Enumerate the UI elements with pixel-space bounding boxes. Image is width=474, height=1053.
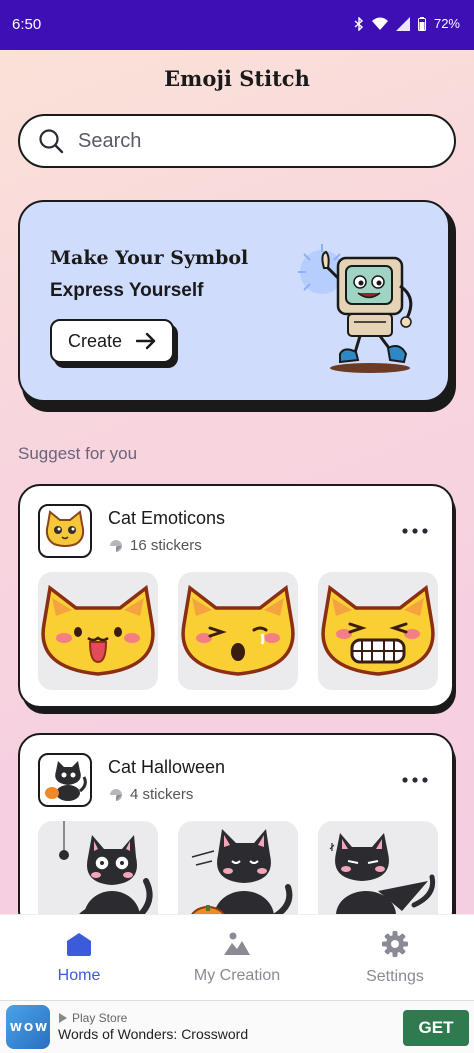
pack-thumbnail	[38, 504, 92, 558]
gallery-icon	[224, 932, 250, 955]
sticker-tile[interactable]	[178, 572, 298, 690]
cat-tongue-sticker	[41, 584, 155, 676]
status-icons: 72%	[354, 16, 460, 31]
ad-logo-text: W O W	[9, 1020, 47, 1034]
bottom-navigation: Home My Creation Settings	[0, 914, 474, 1000]
bluetooth-icon	[354, 16, 364, 31]
ad-banner[interactable]: W O W Play Store Words of Wonders: Cross…	[0, 1000, 474, 1053]
sticker-row	[38, 572, 438, 690]
wifi-icon	[371, 17, 388, 30]
banner-subtitle: Express Yourself	[50, 280, 204, 301]
pack-count-label: 16 stickers	[130, 537, 202, 554]
sticker-tile[interactable]	[318, 572, 438, 690]
nav-item-settings[interactable]: Settings	[316, 915, 474, 1000]
pack-thumbnail	[38, 753, 92, 807]
cat-emoticon-thumb-icon	[45, 510, 85, 547]
more-options-icon[interactable]	[400, 765, 430, 795]
search-bar[interactable]	[18, 114, 456, 168]
battery-level: 72%	[433, 16, 460, 31]
cat-grin-sticker	[321, 584, 435, 676]
more-options-icon[interactable]	[400, 516, 430, 546]
pack-card[interactable]: Cat Halloween 4 stickers	[18, 733, 454, 933]
ad-title: Words of Wonders: Crossword	[58, 1026, 249, 1042]
pack-count-label: 4 stickers	[130, 786, 194, 803]
arrow-right-icon	[136, 332, 156, 350]
sticker-icon	[110, 788, 122, 801]
ad-get-button[interactable]: GET	[403, 1010, 469, 1046]
ad-store-label: Play Store	[72, 1011, 128, 1025]
create-button[interactable]: Create	[50, 319, 174, 363]
gear-icon	[382, 930, 408, 957]
signal-icon	[395, 16, 410, 31]
ad-store: Play Store	[58, 1011, 127, 1025]
create-button-label: Create	[67, 330, 123, 351]
status-time: 6:50	[12, 16, 42, 33]
pack-card[interactable]: Cat Emoticons 16 stickers	[18, 484, 454, 708]
cat-halloween-thumb-icon	[45, 761, 87, 801]
nav-label-my-creation: My Creation	[193, 966, 281, 984]
cat-tear-sticker	[181, 584, 295, 676]
status-bar: 6:50 72%	[0, 0, 474, 50]
ad-app-logo: W O W	[6, 1005, 50, 1049]
nav-label-home: Home	[57, 966, 101, 984]
section-label-suggest: Suggest for you	[18, 444, 138, 463]
pack-count: 16 stickers	[108, 537, 202, 554]
banner-title: Make Your Symbol	[50, 247, 249, 269]
sticker-tile[interactable]	[38, 572, 158, 690]
nav-item-home[interactable]: Home	[0, 915, 158, 1000]
promo-banner: Make Your Symbol Express Yourself Create	[18, 200, 450, 402]
sticker-icon	[110, 539, 122, 552]
search-icon	[39, 129, 64, 154]
home-icon	[67, 932, 91, 956]
battery-icon	[417, 16, 426, 31]
pack-name: Cat Emoticons	[108, 508, 226, 528]
nav-label-settings: Settings	[366, 967, 424, 985]
pack-count: 4 stickers	[108, 786, 193, 803]
play-store-icon	[59, 1013, 67, 1023]
retro-computer-mascot-icon	[298, 244, 413, 373]
pack-name: Cat Halloween	[108, 757, 226, 777]
search-input[interactable]	[78, 129, 398, 153]
page-title: Emoji Stitch	[164, 66, 310, 91]
nav-item-my-creation[interactable]: My Creation	[158, 915, 316, 1000]
